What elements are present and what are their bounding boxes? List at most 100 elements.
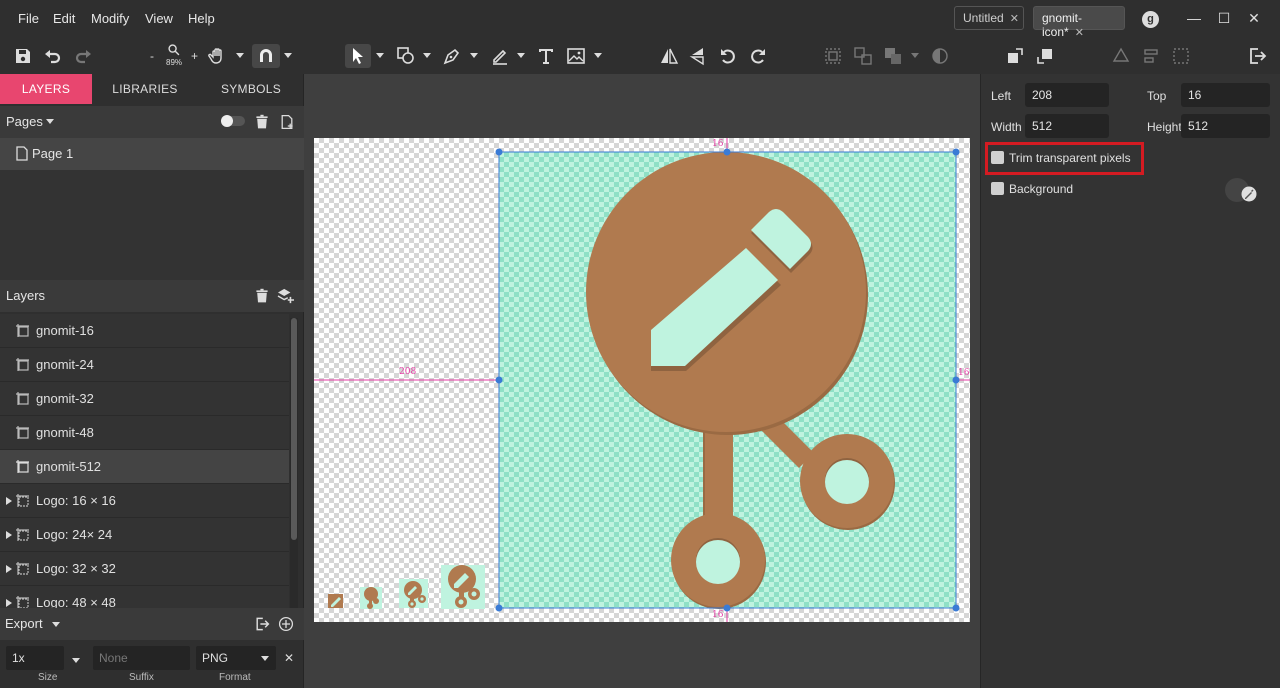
chevron-down-icon[interactable] [236, 53, 244, 58]
menu-file[interactable]: File [18, 11, 39, 26]
export-suffix-field[interactable]: None [93, 646, 190, 670]
chevron-down-icon[interactable] [376, 53, 384, 58]
layer-scrollbar-thumb[interactable] [291, 318, 297, 540]
layer-group[interactable]: Logo: 24× 24 [0, 518, 289, 552]
group-icon[interactable] [822, 44, 844, 68]
remove-export-icon[interactable]: ✕ [284, 651, 294, 665]
export-icon[interactable] [1246, 44, 1268, 68]
pointer-icon[interactable] [345, 44, 371, 68]
pages-list-empty [0, 170, 304, 280]
layer-label: Logo: 24× 24 [36, 527, 113, 542]
left-input[interactable]: 208 [1025, 83, 1109, 107]
layer-label: gnomit-16 [36, 323, 94, 338]
page-item[interactable]: Page 1 [0, 138, 304, 170]
close-window-icon[interactable]: ✕ [1246, 10, 1262, 26]
eyedropper-icon[interactable] [1241, 186, 1257, 202]
rotate-right-icon[interactable] [747, 44, 769, 68]
expand-icon[interactable] [6, 497, 12, 505]
chevron-down-icon [261, 656, 269, 661]
undo-icon[interactable] [42, 44, 64, 68]
layer-item-selected[interactable]: gnomit-512 [0, 450, 289, 484]
tab-layers[interactable]: LAYERS [0, 74, 92, 104]
export-format-select[interactable]: PNG [196, 646, 276, 670]
layers-label: Layers [6, 288, 46, 303]
symbol-icon[interactable] [1110, 44, 1132, 68]
guide-bottom-label: 16 [712, 610, 724, 620]
chevron-down-icon[interactable] [423, 53, 431, 58]
group-icon [16, 596, 29, 608]
chevron-down-icon[interactable] [470, 53, 478, 58]
hand-icon[interactable] [207, 44, 229, 68]
width-label: Width [991, 120, 1022, 134]
menu-view[interactable]: View [145, 11, 173, 26]
add-page-icon[interactable] [279, 114, 295, 130]
close-icon[interactable]: ✕ [1010, 13, 1019, 25]
trash-icon[interactable] [254, 114, 270, 130]
send-backward-icon[interactable] [1034, 44, 1056, 68]
snap-magnet-icon[interactable] [252, 44, 280, 68]
layer-label: Logo: 16 × 16 [36, 493, 116, 508]
chevron-down-icon[interactable] [594, 53, 602, 58]
align-icon[interactable] [1140, 44, 1162, 68]
zoom-out-button[interactable]: - [150, 49, 154, 63]
zoom-icon[interactable] [164, 42, 184, 58]
layer-item[interactable]: gnomit-48 [0, 416, 289, 450]
chevron-down-icon[interactable] [52, 622, 60, 627]
menu-bar: File Edit Modify View Help Untitled ✕ gno… [0, 0, 1280, 39]
chevron-down-icon[interactable] [911, 53, 919, 58]
pages-toggle[interactable] [221, 115, 245, 127]
export-size-field[interactable]: 1x [6, 646, 64, 670]
expand-icon[interactable] [6, 599, 12, 607]
select-area-icon[interactable] [1170, 44, 1192, 68]
shapes-icon[interactable] [394, 44, 418, 68]
tab-gnomit-icon[interactable]: gnomit-icon* ✕ [1033, 6, 1125, 39]
minimize-icon[interactable]: — [1186, 10, 1202, 26]
flip-horizontal-icon[interactable] [658, 44, 680, 68]
canvas-drawing [314, 138, 970, 622]
boolean-icon[interactable] [882, 44, 904, 68]
gnomit-logo-16 [328, 594, 343, 608]
ungroup-icon[interactable] [852, 44, 874, 68]
user-avatar[interactable]: g [1142, 11, 1159, 28]
menu-help[interactable]: Help [188, 11, 215, 26]
tab-symbols[interactable]: SYMBOLS [198, 74, 304, 104]
expand-icon[interactable] [6, 531, 12, 539]
zoom-in-button[interactable]: + [191, 49, 198, 63]
height-input[interactable]: 512 [1181, 114, 1270, 138]
pencil-icon[interactable] [488, 44, 512, 68]
layer-group[interactable]: Logo: 32 × 32 [0, 552, 289, 586]
chevron-down-icon[interactable] [284, 53, 292, 58]
tab-untitled[interactable]: Untitled ✕ [954, 6, 1024, 30]
maximize-icon[interactable]: ☐ [1216, 10, 1232, 26]
layer-item[interactable]: gnomit-24 [0, 348, 289, 382]
background-checkbox[interactable] [991, 182, 1004, 195]
tab-libraries[interactable]: LIBRARIES [92, 74, 198, 104]
add-export-icon[interactable] [278, 616, 294, 632]
menu-modify[interactable]: Modify [91, 11, 129, 26]
bring-forward-icon[interactable] [1004, 44, 1026, 68]
chevron-down-icon[interactable] [46, 119, 54, 124]
layer-item[interactable]: gnomit-32 [0, 382, 289, 416]
export-icon[interactable] [254, 616, 270, 632]
top-input[interactable]: 16 [1181, 83, 1270, 107]
layer-item[interactable]: gnomit-16 [0, 314, 289, 348]
chevron-down-icon[interactable] [517, 53, 525, 58]
add-layer-icon[interactable] [277, 288, 295, 304]
pen-icon[interactable] [440, 44, 464, 68]
menu-edit[interactable]: Edit [53, 11, 75, 26]
layer-label: gnomit-24 [36, 357, 94, 372]
layer-group[interactable]: Logo: 16 × 16 [0, 484, 289, 518]
mask-icon[interactable] [929, 44, 951, 68]
width-input[interactable]: 512 [1025, 114, 1109, 138]
zoom-level: 89% [166, 58, 183, 67]
layer-group[interactable]: Logo: 48 × 48 [0, 586, 289, 608]
expand-icon[interactable] [6, 565, 12, 573]
chevron-down-icon[interactable] [72, 658, 80, 663]
trash-icon[interactable] [254, 288, 270, 304]
flip-vertical-icon[interactable] [688, 44, 710, 68]
rotate-left-icon[interactable] [717, 44, 739, 68]
image-icon[interactable] [565, 44, 587, 68]
save-icon[interactable] [12, 44, 34, 68]
redo-icon[interactable] [72, 44, 94, 68]
text-icon[interactable] [535, 44, 557, 68]
